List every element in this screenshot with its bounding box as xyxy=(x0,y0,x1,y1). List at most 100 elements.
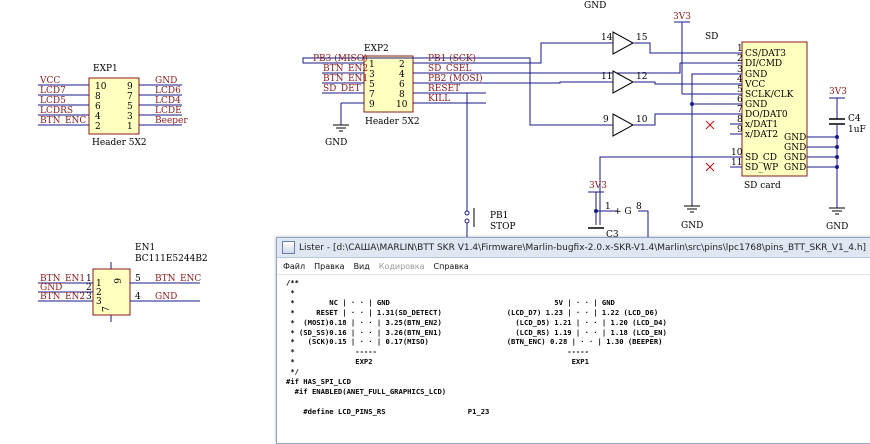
sd-ref: SD xyxy=(705,32,718,42)
exp2-footprint: Header 5X2 xyxy=(365,117,420,127)
sd-gnd-pin: GND xyxy=(784,153,806,163)
sd-label: SD card xyxy=(744,181,781,191)
sd-pin: 3 xyxy=(737,65,743,75)
sd-pin: 4 xyxy=(737,75,743,85)
en1-part: BC111E5244B2 xyxy=(135,254,208,264)
en1-net-right-0: BTN_ENC xyxy=(155,274,201,284)
exp1-net-left-2: LCD5 xyxy=(40,96,66,106)
sd-pin: 10 xyxy=(731,148,743,158)
exp2-pin: 7 xyxy=(369,90,375,100)
sd-signal: SD_WP xyxy=(745,163,778,173)
en1-pin: 5 xyxy=(135,274,141,284)
buffer-2-in: 11 xyxy=(601,72,612,82)
exp1-pin: 1 xyxy=(127,122,133,132)
en1-pin: 4 xyxy=(135,292,141,302)
exp2-ref: EXP2 xyxy=(364,44,389,54)
sd-signal: SCLK/CLK xyxy=(745,90,794,100)
c4-value: 1uF xyxy=(848,125,866,135)
en1-pin: 3 xyxy=(86,292,92,302)
exp1-pin: 10 xyxy=(95,82,107,92)
exp2-net-right-0: PB1 (SCK) xyxy=(428,53,476,64)
menu-edit[interactable]: Правка xyxy=(314,262,344,271)
exp1-net-left-3: LCDRS xyxy=(40,106,73,116)
exp1-pin: 2 xyxy=(95,122,101,132)
v3v3-low-label: 3V3 xyxy=(589,181,607,191)
c4-ref: C4 xyxy=(848,114,861,124)
lister-menubar: Файл Правка Вид Кодировка Справка xyxy=(277,258,870,275)
exp1-connector: EXP1 Header 5X2 VCC LCD7 LCD5 LCDRS BTN_… xyxy=(38,64,188,148)
lister-title: Lister - [d:\САША\MARLIN\BTT SKR V1.4\Fi… xyxy=(299,242,867,253)
en1-pin6: 6 xyxy=(111,278,121,284)
exp1-net-left-1: LCD7 xyxy=(40,86,66,96)
exp2-pin: 2 xyxy=(399,60,405,70)
buffer-3-in: 9 xyxy=(603,115,609,125)
sd-gnd-pin: GND xyxy=(784,143,806,153)
en1-net-left-2: BTN_EN2 xyxy=(40,292,85,302)
menu-file[interactable]: Файл xyxy=(283,262,305,271)
lister-titlebar[interactable]: Lister - [d:\САША\MARLIN\BTT SKR V1.4\Fi… xyxy=(277,238,870,258)
sd-signal: DI/CMD xyxy=(745,59,782,69)
sd-signal: CS/DAT3 xyxy=(745,49,786,59)
lister-app-icon xyxy=(282,241,295,254)
exp1-footprint: Header 5X2 xyxy=(92,138,147,148)
en1-ref: EN1 xyxy=(135,243,155,253)
capacitor-c4: 3V3 C4 1uF xyxy=(829,87,866,135)
exp2-net-left-2: BTN_EN1 xyxy=(323,74,368,84)
sd-pin: 1 xyxy=(737,44,743,54)
exp1-net-right-1: LCD6 xyxy=(155,86,181,96)
en1-net-right-1: GND xyxy=(155,292,177,302)
sd-signal: x/DAT2 xyxy=(745,130,778,140)
sd-gnd-pin: GND xyxy=(784,133,806,143)
lister-content[interactable]: /** * * NC | · · | GND 5V | · · | GND * … xyxy=(286,278,870,443)
lister-window: Lister - [d:\САША\MARLIN\BTT SKR V1.4\Fi… xyxy=(276,237,870,444)
sd-signal: GND xyxy=(745,70,767,80)
lister-code-text: /** * * NC | · · | GND 5V | · · | GND * … xyxy=(286,278,667,416)
pb1-label: STOP xyxy=(490,222,516,232)
buffer-gates: 14 15 11 12 9 10 xyxy=(601,31,737,137)
exp2-net-right-1: SD_CSEL xyxy=(428,64,472,74)
exp2-net-left-1: BTN_EN2 xyxy=(323,64,368,74)
exp2-net-right-2: PB2 (MOSI) xyxy=(428,73,483,84)
pb1-ref: PB1 xyxy=(490,211,508,221)
menu-encoding[interactable]: Кодировка xyxy=(379,262,425,271)
exp2-pin: 1 xyxy=(369,60,375,70)
exp1-net-right-4: Beeper xyxy=(155,116,188,126)
exp2-gnd-label: GND xyxy=(325,138,347,148)
menu-view[interactable]: Вид xyxy=(354,262,370,271)
exp1-ref: EXP1 xyxy=(93,64,118,74)
exp2-net-left-0: PB3 (MISO) xyxy=(313,53,368,64)
exp1-pin: 9 xyxy=(127,82,133,92)
exp2-pin: 6 xyxy=(399,80,405,90)
buffer-2-out: 12 xyxy=(636,72,647,82)
exp2-pin: 8 xyxy=(399,90,405,100)
v3v3-right-label: 3V3 xyxy=(829,87,847,97)
c3-pin8: 8 xyxy=(636,202,642,212)
sd-pin: 9 xyxy=(737,125,743,135)
c4-gnd-label: GND xyxy=(826,222,848,232)
exp1-pin: 6 xyxy=(95,102,101,112)
exp2-pin: 5 xyxy=(369,80,375,90)
exp1-net-right-0: GND xyxy=(155,76,177,86)
exp2-connector: EXP2 Header 5X2 GND PB3 (MISO) BTN_EN2 B… xyxy=(302,42,737,205)
switch-pb1: PB1 STOP xyxy=(464,205,516,238)
exp2-net-right-3: RESET xyxy=(428,84,460,94)
top-gnd-label: GND xyxy=(584,1,606,11)
sd-signal: VCC xyxy=(744,80,765,90)
sd-pin: 5 xyxy=(737,85,743,95)
exp2-net-left-3: SD_DET xyxy=(323,84,361,94)
encoder-en1: EN1 BC111E5244B2 BTN_EN1 GND BTN_EN2 BTN… xyxy=(38,243,208,322)
c3-plus-g: + G xyxy=(614,207,632,217)
sd-signal: SD_CD xyxy=(745,153,777,163)
exp2-net-right-4: KILL xyxy=(428,94,450,104)
c3-pin1: 1 xyxy=(605,202,611,212)
exp1-pin: 8 xyxy=(95,92,101,102)
sd-signal: DO/DAT0 xyxy=(745,110,788,120)
exp1-pin: 4 xyxy=(95,112,101,122)
exp2-pin: 9 xyxy=(369,100,375,110)
exp1-pin: 5 xyxy=(127,102,133,112)
exp1-net-right-2: LCD4 xyxy=(155,96,181,106)
exp1-pin: 3 xyxy=(127,112,133,122)
menu-help[interactable]: Справка xyxy=(434,262,469,271)
sd-pin: 7 xyxy=(737,105,743,115)
en1-pin7: 7 xyxy=(102,306,112,312)
